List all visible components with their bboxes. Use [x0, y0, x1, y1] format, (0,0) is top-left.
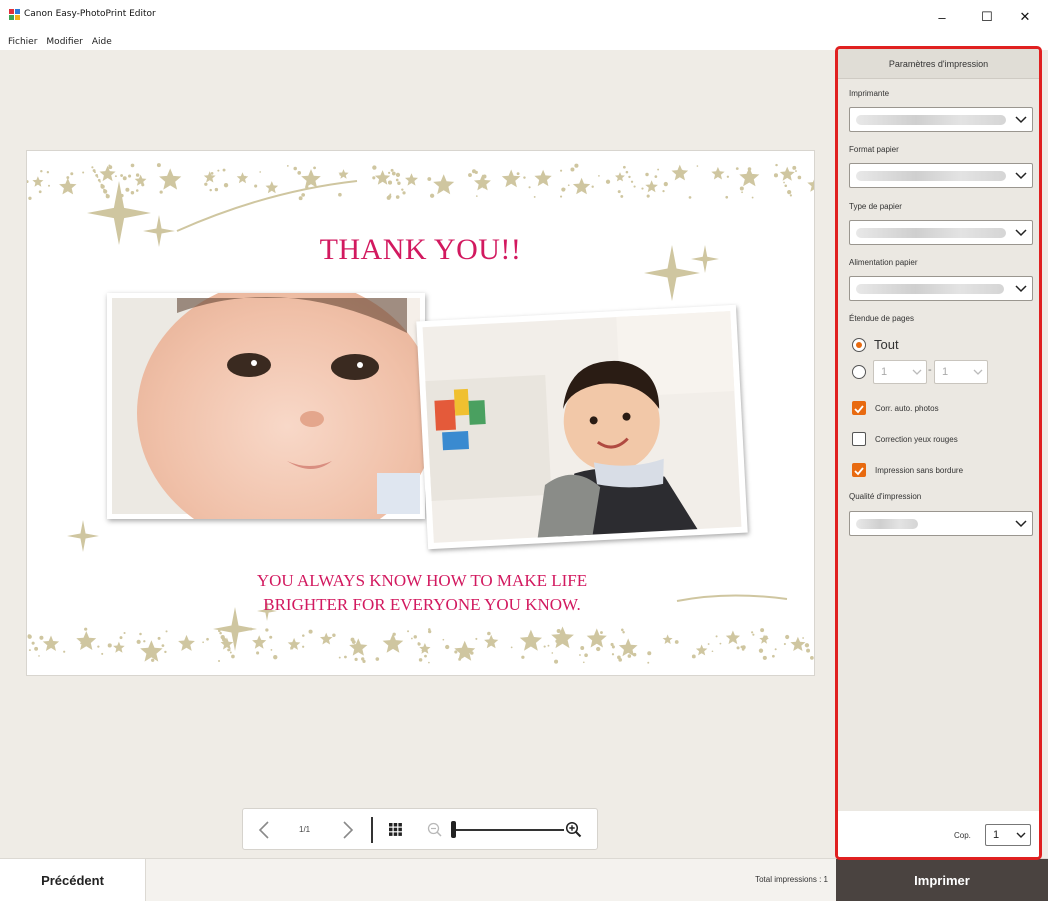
smiling-baby-image [422, 311, 742, 543]
range-all-radio[interactable] [852, 338, 866, 352]
printer-select[interactable] [849, 107, 1033, 132]
baby-photo-smiling[interactable] [416, 304, 748, 550]
copies-select[interactable]: 1 [985, 824, 1031, 846]
print-button[interactable]: Imprimer [836, 859, 1048, 901]
page-indicator: 1/1 [299, 825, 311, 834]
chevron-down-icon [1016, 832, 1026, 838]
maximize-button[interactable]: ☐ [967, 4, 1007, 30]
print-settings-panel: Paramètres d'impression Imprimante Forma… [835, 46, 1042, 860]
preview-area: THANK YOU!! YOU ALWAYS KNOW HOW TO MAKE … [0, 50, 835, 858]
close-button[interactable]: ✕ [1005, 4, 1045, 30]
chevron-down-icon [1015, 116, 1027, 124]
check-icon [854, 467, 864, 476]
thank-you-card[interactable]: THANK YOU!! YOU ALWAYS KNOW HOW TO MAKE … [26, 150, 815, 676]
chevron-down-icon [1015, 229, 1027, 237]
copies-value: 1 [993, 829, 1000, 841]
check-icon [854, 405, 864, 414]
zoom-out-icon[interactable] [427, 822, 443, 838]
paper-type-label: Type de papier [849, 202, 902, 211]
auto-photo-fix-label: Corr. auto. photos [875, 404, 939, 413]
borderless-checkbox[interactable] [852, 463, 866, 477]
zoom-slider-thumb[interactable] [451, 821, 456, 838]
panel-header: Paramètres d'impression [838, 49, 1039, 79]
chevron-down-icon [1015, 285, 1027, 293]
zoom-in-icon[interactable] [565, 821, 582, 838]
auto-photo-fix-checkbox[interactable] [852, 401, 866, 415]
range-custom-radio[interactable] [852, 365, 866, 379]
paper-type-select[interactable] [849, 220, 1033, 245]
range-dash: - [928, 364, 932, 376]
minimize-button[interactable]: – [922, 4, 962, 30]
range-to-select[interactable]: 1 [934, 360, 988, 384]
borderless-label: Impression sans bordure [875, 466, 964, 475]
range-from-select[interactable]: 1 [873, 360, 927, 384]
total-prints: Total impressions : 1 [755, 875, 828, 884]
chevron-down-icon [1015, 172, 1027, 180]
window-title: Canon Easy-PhotoPrint Editor [24, 9, 156, 19]
page-range-label: Étendue de pages [849, 314, 914, 323]
card-message-line1: YOU ALWAYS KNOW HOW TO MAKE LIFE [256, 571, 588, 590]
zoom-slider-track[interactable] [454, 829, 564, 831]
panel-footer: Cop. 1 [838, 811, 1039, 857]
baby-face-image [112, 293, 425, 519]
copies-label: Cop. [954, 831, 971, 840]
card-message-line2: BRIGHTER FOR EVERYONE YOU KNOW. [263, 595, 581, 614]
paper-size-label: Format papier [849, 145, 899, 154]
baby-photo-closeup[interactable] [107, 293, 425, 519]
paper-source-select[interactable] [849, 276, 1033, 301]
card-title: THANK YOU!! [319, 233, 522, 266]
range-all-label: Tout [874, 337, 899, 352]
range-to-value: 1 [942, 366, 949, 378]
app-logo-icon [9, 9, 20, 20]
separator [371, 817, 373, 843]
chevron-down-icon [1015, 520, 1027, 528]
paper-size-select[interactable] [849, 163, 1033, 188]
chevron-down-icon [973, 369, 983, 375]
red-eye-checkbox[interactable] [852, 432, 866, 446]
grid-icon[interactable] [389, 823, 402, 836]
previous-button[interactable]: Précédent [0, 859, 146, 901]
print-quality-label: Qualité d'impression [849, 492, 922, 501]
chevron-down-icon [912, 369, 922, 375]
red-eye-label: Correction yeux rouges [875, 435, 958, 444]
menu-edit[interactable]: Modifier [46, 37, 82, 47]
paper-source-label: Alimentation papier [849, 258, 918, 267]
menu-file[interactable]: Fichier [8, 37, 37, 47]
chevron-left-icon[interactable] [257, 821, 271, 839]
range-from-value: 1 [881, 366, 888, 378]
bottom-bar: Précédent Total impressions : 1 Imprimer [0, 858, 1048, 901]
page-navigation: 1/1 [242, 808, 598, 850]
card-message: YOU ALWAYS KNOW HOW TO MAKE LIFE BRIGHTE… [27, 569, 814, 617]
menu-help[interactable]: Aide [92, 37, 112, 47]
printer-label: Imprimante [849, 89, 890, 98]
title-bar: Canon Easy-PhotoPrint Editor – ☐ ✕ [0, 0, 1048, 34]
chevron-right-icon[interactable] [341, 821, 355, 839]
print-quality-select[interactable] [849, 511, 1033, 536]
